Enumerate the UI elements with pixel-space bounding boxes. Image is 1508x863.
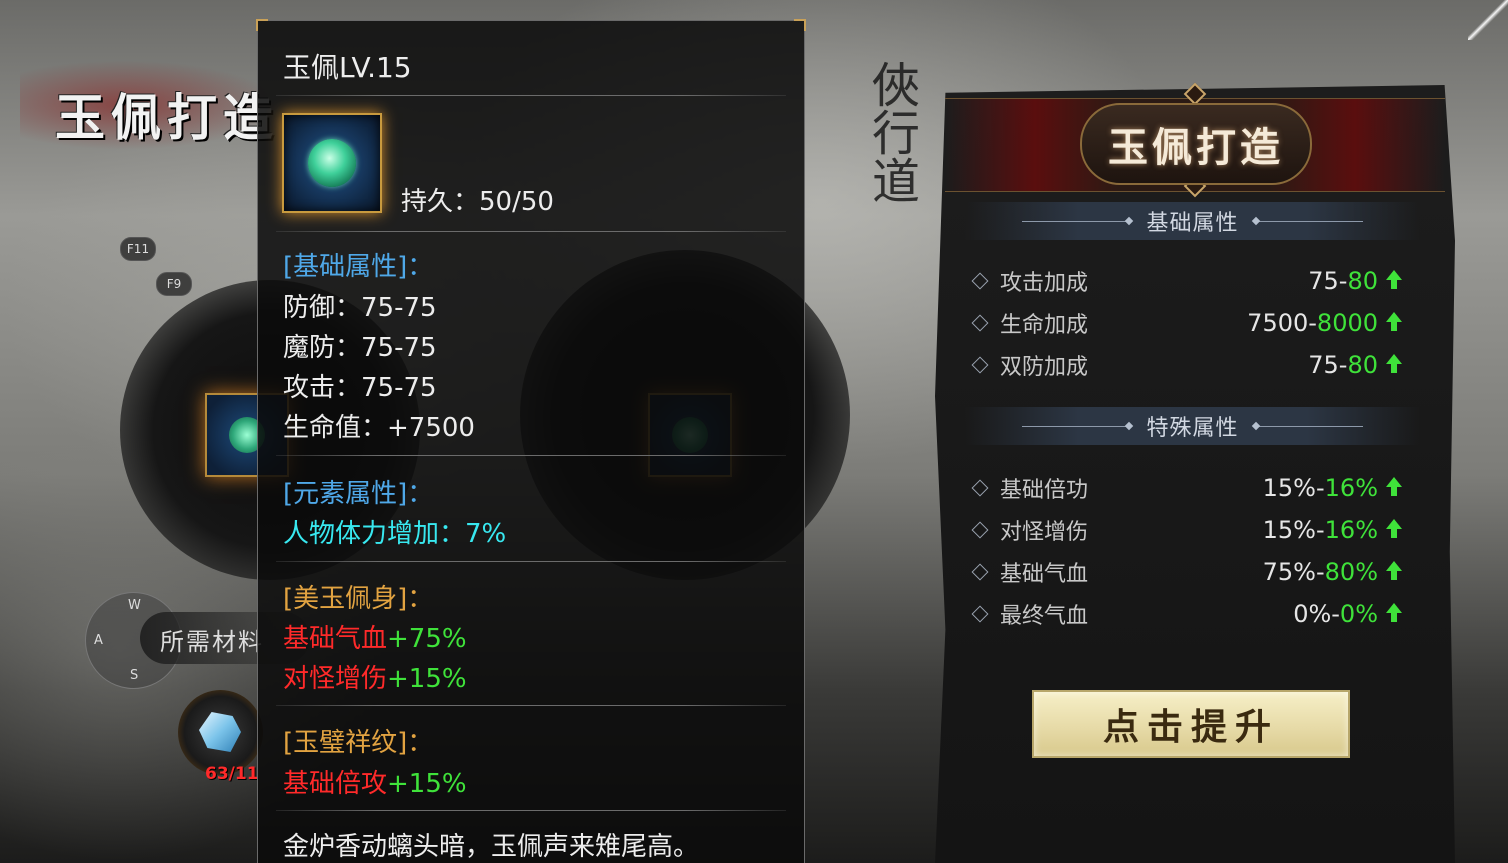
stat-row: 攻击加成 75-80 [971, 261, 1412, 301]
item-tooltip: 玉佩LV.15 持久：50/50 [基础属性]： 防御：75-75 魔防：75-… [256, 19, 806, 863]
divider [276, 561, 786, 562]
calligraphy-decoration: 俠行道 [863, 60, 919, 204]
stat-name: 基础气血 [1000, 562, 1089, 587]
stat-current: 15%- [1262, 516, 1325, 544]
divider [276, 455, 786, 456]
stat-name: 双防加成 [1000, 355, 1089, 380]
base-attributes-header: [基础属性]： [283, 252, 434, 282]
stat-current: 75%- [1262, 558, 1325, 586]
diamond-bullet-icon [971, 521, 989, 539]
stat-name: 对怪增伤 [1000, 520, 1089, 545]
stat-next: 0% [1339, 600, 1378, 628]
diamond-bullet-icon [971, 563, 989, 581]
diamond-bullet-icon [971, 356, 989, 374]
brush-corner-icon [1468, 0, 1508, 40]
set-bonus-line: 对怪增伤+15% [283, 664, 467, 694]
diamond-bullet-icon [971, 479, 989, 497]
base-stat-line: 防御：75-75 [283, 293, 437, 323]
stat-row: 基础气血 75%-80% [971, 552, 1412, 592]
special-attributes-label: 特殊属性 [1146, 416, 1239, 441]
stat-next: 80 [1347, 351, 1378, 379]
base-attributes-label: 基础属性 [1146, 211, 1239, 236]
compass-south-label: S [130, 668, 139, 683]
materials-label: 所需材料 [160, 628, 264, 656]
diamond-bullet-icon [971, 272, 989, 290]
stat-row: 对怪增伤 15%-16% [971, 510, 1412, 550]
up-arrow-icon [1384, 354, 1404, 376]
stat-current: 75- [1308, 351, 1348, 379]
material-count: 63/11 [205, 764, 259, 784]
special-attributes-header: 特殊属性 [965, 407, 1420, 445]
diamond-bullet-icon [971, 605, 989, 623]
stat-name: 生命加成 [1000, 313, 1089, 338]
compass-north-label: W [128, 598, 141, 613]
up-arrow-icon [1384, 270, 1404, 292]
divider [276, 810, 786, 811]
set-bonus-header: [美玉佩身]： [283, 584, 434, 614]
stat-next: 16% [1324, 474, 1378, 502]
set-bonus-line: 基础倍攻+15% [283, 769, 467, 799]
stat-current: 7500- [1247, 309, 1317, 337]
stat-row: 生命加成 7500-8000 [971, 303, 1412, 343]
stat-name: 攻击加成 [1000, 271, 1089, 296]
base-stat-line: 魔防：75-75 [283, 333, 437, 363]
stat-name: 基础倍功 [1000, 478, 1089, 503]
element-stat-line: 人物体力增加：7% [283, 519, 507, 549]
up-arrow-icon [1384, 477, 1404, 499]
jade-pendant-icon [308, 139, 356, 187]
stat-row: 双防加成 75-80 [971, 345, 1412, 385]
item-icon-frame [282, 113, 382, 213]
stat-current: 0%- [1293, 600, 1340, 628]
page-title: 玉佩打造 [55, 88, 279, 147]
base-stat-line: 生命值：+7500 [283, 413, 475, 443]
hotkey-f11-badge[interactable]: F11 [120, 237, 156, 261]
divider [276, 95, 786, 96]
stat-current: 75- [1308, 267, 1348, 295]
item-title: 玉佩LV.15 [283, 51, 412, 84]
stat-next: 80% [1324, 558, 1378, 586]
divider [276, 231, 786, 232]
stat-current: 15%- [1262, 474, 1325, 502]
stat-name: 最终气血 [1000, 604, 1089, 629]
set-bonus-line: 基础气血+75% [283, 624, 467, 654]
element-attributes-header: [元素属性]： [283, 479, 434, 509]
up-arrow-icon [1384, 561, 1404, 583]
diamond-bullet-icon [971, 314, 989, 332]
up-arrow-icon [1384, 603, 1404, 625]
item-poem: 金炉香动螭头暗，玉佩声来雉尾高。 [283, 832, 700, 862]
stat-next: 8000 [1316, 309, 1378, 337]
base-stat-line: 攻击：75-75 [283, 373, 437, 403]
stat-row: 最终气血 0%-0% [971, 594, 1412, 634]
compass-west-label: A [94, 633, 103, 648]
base-attributes-header: 基础属性 [965, 202, 1420, 240]
upgrade-button[interactable]: 点击提升 [1032, 690, 1350, 758]
stat-next: 16% [1324, 516, 1378, 544]
divider [276, 705, 786, 706]
stat-row: 基础倍功 15%-16% [971, 468, 1412, 508]
up-arrow-icon [1384, 519, 1404, 541]
stat-next: 80 [1347, 267, 1378, 295]
set-bonus-header: [玉璧祥纹]： [283, 728, 434, 758]
hotkey-f9-badge[interactable]: F9 [156, 272, 192, 296]
up-arrow-icon [1384, 312, 1404, 334]
forge-title: 玉佩打造 [1080, 103, 1312, 185]
durability-text: 持久：50/50 [401, 187, 554, 217]
